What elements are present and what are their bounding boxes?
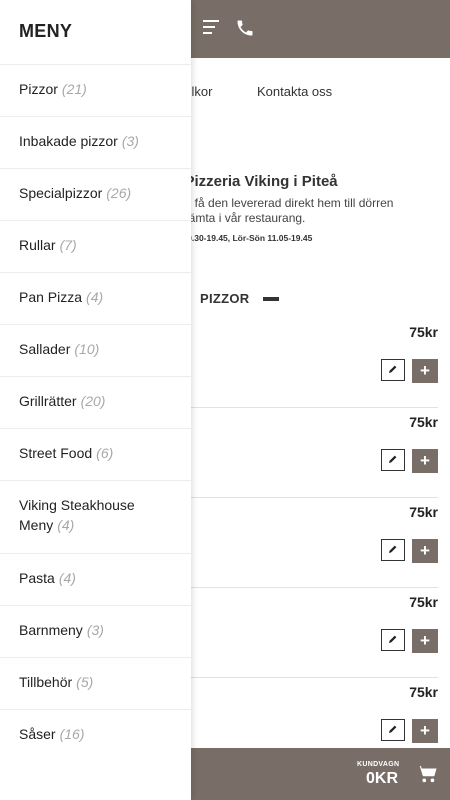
pencil-icon — [388, 631, 398, 649]
menu-item-count: (5) — [76, 674, 94, 690]
menu-item-label: Barnmeny — [19, 622, 83, 638]
menu-item-barnmeny[interactable]: Barnmeny (3) — [0, 605, 191, 657]
menu-item-label: Tillbehör — [19, 674, 73, 690]
edit-button[interactable] — [381, 629, 405, 651]
menu-item-count: (6) — [96, 445, 114, 461]
product-price: 75kr — [409, 684, 438, 700]
menu-item-count: (7) — [59, 237, 77, 253]
pencil-icon — [388, 721, 398, 739]
menu-item-inbakade-pizzor[interactable]: Inbakade pizzor (3) — [0, 116, 191, 168]
product-price: 75kr — [409, 324, 438, 340]
menu-item-count: (10) — [74, 341, 100, 357]
menu-item-grillratter[interactable]: Grillrätter (20) — [0, 376, 191, 428]
edit-button[interactable] — [381, 359, 405, 381]
menu-item-count: (4) — [58, 570, 76, 586]
menu-item-rullar[interactable]: Rullar (7) — [0, 220, 191, 272]
cart-icon[interactable] — [416, 764, 438, 784]
menu-item-count: (3) — [86, 622, 104, 638]
drawer-title: MENY — [19, 21, 73, 41]
cart-total: 0KR — [366, 770, 399, 787]
menu-item-label: Specialpizzor — [19, 185, 103, 201]
plus-icon: + — [420, 361, 430, 380]
menu-item-count: (16) — [59, 726, 85, 742]
menu-item-count: (4) — [57, 517, 75, 533]
hamburger-icon[interactable] — [203, 20, 219, 34]
menu-item-count: (26) — [106, 185, 132, 201]
menu-item-label: Rullar — [19, 237, 56, 253]
plus-icon: + — [420, 721, 430, 740]
opening-hours: re 10.30-19.45, Lör-Sön 11.05-19.45 — [172, 233, 313, 243]
menu-item-count: (3) — [121, 133, 139, 149]
add-to-cart-button[interactable]: + — [412, 719, 438, 743]
menu-item-label: Pan Pizza — [19, 289, 83, 305]
hero-line-2: tt hämta i vår restaurang. — [172, 211, 306, 225]
nav-link-contact[interactable]: Kontakta oss — [257, 84, 332, 99]
section-title: PIZZOR — [200, 291, 250, 306]
plus-icon: + — [420, 541, 430, 560]
pencil-icon — [388, 361, 398, 379]
edit-button[interactable] — [381, 719, 405, 741]
add-to-cart-button[interactable]: + — [412, 449, 438, 473]
menu-item-count: (20) — [80, 393, 106, 409]
menu-item-label: Grillrätter — [19, 393, 77, 409]
drawer-menu-list: Pizzor (21) Inbakade pizzor (3) Specialpiz… — [0, 64, 191, 761]
menu-item-sallader[interactable]: Sallader (10) — [0, 324, 191, 376]
hero-line-1: och få den levererad direkt hem till dör… — [172, 196, 394, 210]
edit-button[interactable] — [381, 449, 405, 471]
menu-item-pasta[interactable]: Pasta (4) — [0, 553, 191, 605]
section-dash — [263, 297, 279, 301]
menu-item-saser[interactable]: Såser (16) — [0, 709, 191, 761]
menu-item-tillbehor[interactable]: Tillbehör (5) — [0, 657, 191, 709]
add-to-cart-button[interactable]: + — [412, 359, 438, 383]
menu-item-label: Street Food — [19, 445, 93, 461]
side-menu-drawer: MENY Pizzor (21) Inbakade pizzor (3) Speci… — [0, 0, 191, 800]
menu-item-label: Såser — [19, 726, 56, 742]
phone-icon[interactable] — [235, 18, 255, 38]
product-price: 75kr — [409, 504, 438, 520]
menu-item-label: Pasta — [19, 570, 55, 586]
menu-item-count: (4) — [86, 289, 104, 305]
add-to-cart-button[interactable]: + — [412, 539, 438, 563]
menu-item-street-food[interactable]: Street Food (6) — [0, 428, 191, 480]
menu-item-pizzor[interactable]: Pizzor (21) — [0, 64, 191, 116]
menu-item-label: Viking Steakhouse Meny — [19, 497, 135, 533]
menu-item-label: Inbakade pizzor — [19, 133, 118, 149]
menu-item-count: (21) — [61, 81, 87, 97]
menu-item-pan-pizza[interactable]: Pan Pizza (4) — [0, 272, 191, 324]
menu-item-viking-steakhouse-meny[interactable]: Viking Steakhouse Meny (4) — [0, 480, 191, 553]
plus-icon: + — [420, 451, 430, 470]
product-price: 75kr — [409, 594, 438, 610]
edit-button[interactable] — [381, 539, 405, 561]
product-price: 75kr — [409, 414, 438, 430]
add-to-cart-button[interactable]: + — [412, 629, 438, 653]
menu-item-label: Pizzor — [19, 81, 58, 97]
menu-item-specialpizzor[interactable]: Specialpizzor (26) — [0, 168, 191, 220]
pencil-icon — [388, 541, 398, 559]
cart-label: KUNDVAGN — [357, 761, 400, 768]
pencil-icon — [388, 451, 398, 469]
hero-title: ll Pizzeria Viking i Piteå — [172, 173, 338, 190]
menu-item-label: Sallader — [19, 341, 71, 357]
plus-icon: + — [420, 631, 430, 650]
